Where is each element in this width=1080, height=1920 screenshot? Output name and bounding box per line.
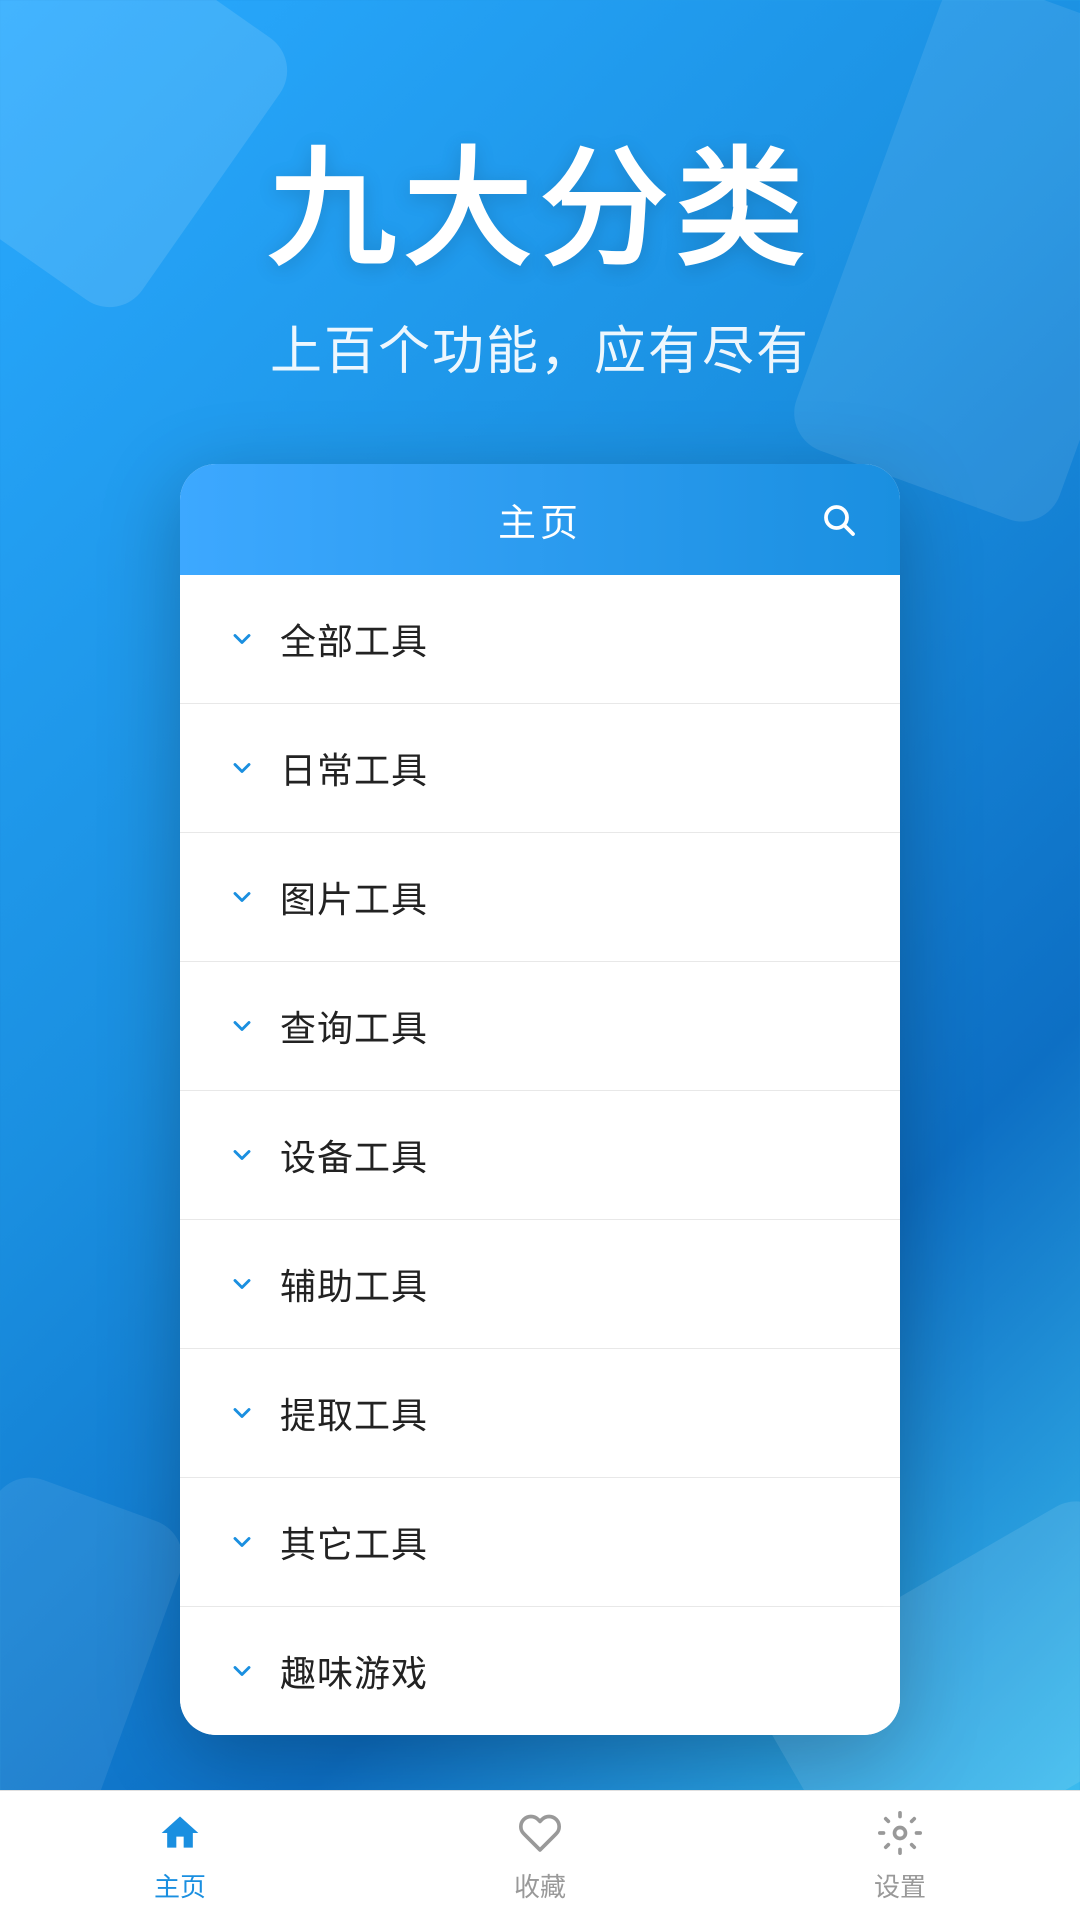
hero-title: 九大分类 — [268, 140, 812, 281]
home-icon — [154, 1807, 206, 1859]
menu-item-device-tools[interactable]: 设备工具 — [180, 1091, 900, 1220]
menu-label: 日常工具 — [280, 742, 428, 794]
bottom-navigation: 主页 收藏 设置 — [0, 1790, 1080, 1920]
nav-label-favorites: 收藏 — [514, 1867, 566, 1904]
menu-item-other-tools[interactable]: 其它工具 — [180, 1478, 900, 1607]
menu-item-daily-tools[interactable]: 日常工具 — [180, 704, 900, 833]
menu-label: 图片工具 — [280, 871, 428, 923]
chevron-down-icon — [224, 1008, 260, 1044]
phone-card: 主页 全部工具 日常工具 图片工具 — [180, 464, 900, 1735]
nav-item-favorites[interactable]: 收藏 — [360, 1791, 720, 1920]
nav-item-home[interactable]: 主页 — [0, 1791, 360, 1920]
nav-label-home: 主页 — [154, 1867, 206, 1904]
menu-item-query-tools[interactable]: 查询工具 — [180, 962, 900, 1091]
menu-label: 趣味游戏 — [280, 1645, 428, 1697]
nav-label-settings: 设置 — [874, 1867, 926, 1904]
card-header-title: 主页 — [498, 492, 582, 547]
card-header: 主页 — [180, 464, 900, 575]
chevron-down-icon — [224, 1524, 260, 1560]
menu-item-image-tools[interactable]: 图片工具 — [180, 833, 900, 962]
chevron-down-icon — [224, 621, 260, 657]
menu-label: 全部工具 — [280, 613, 428, 665]
menu-list: 全部工具 日常工具 图片工具 查询工具 设备工具 辅助工具 提取工具 — [180, 575, 900, 1735]
chevron-down-icon — [224, 1266, 260, 1302]
nav-item-settings[interactable]: 设置 — [720, 1791, 1080, 1920]
menu-item-extract-tools[interactable]: 提取工具 — [180, 1349, 900, 1478]
search-button[interactable] — [812, 493, 864, 545]
chevron-down-icon — [224, 1395, 260, 1431]
menu-label: 其它工具 — [280, 1516, 428, 1568]
menu-item-assist-tools[interactable]: 辅助工具 — [180, 1220, 900, 1349]
menu-label: 设备工具 — [280, 1129, 428, 1181]
chevron-down-icon — [224, 879, 260, 915]
chevron-down-icon — [224, 750, 260, 786]
menu-label: 查询工具 — [280, 1000, 428, 1052]
hero-subtitle: 上百个功能，应有尽有 — [270, 309, 810, 384]
chevron-down-icon — [224, 1653, 260, 1689]
page-container: 九大分类 上百个功能，应有尽有 主页 全部工具 日常工具 — [0, 0, 1080, 1920]
settings-icon — [874, 1807, 926, 1859]
search-icon — [820, 501, 856, 537]
menu-item-all-tools[interactable]: 全部工具 — [180, 575, 900, 704]
menu-label: 辅助工具 — [280, 1258, 428, 1310]
heart-icon — [514, 1807, 566, 1859]
menu-label: 提取工具 — [280, 1387, 428, 1439]
chevron-down-icon — [224, 1137, 260, 1173]
